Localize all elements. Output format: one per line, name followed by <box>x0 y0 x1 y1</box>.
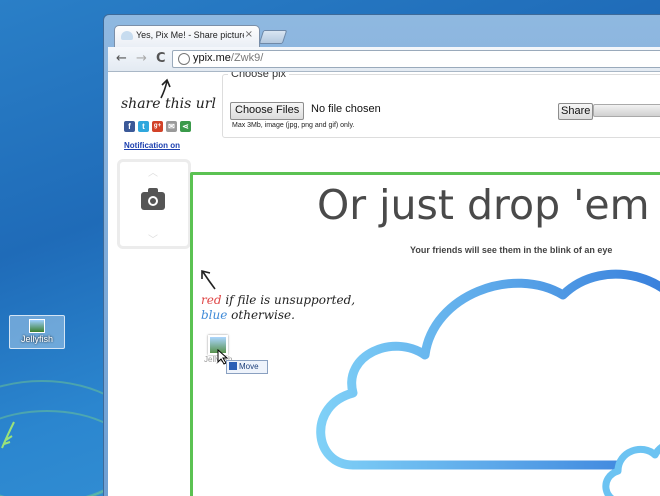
move-arrow-icon <box>229 362 237 370</box>
upload-progress-bar <box>593 104 660 117</box>
address-text: ypix.me/Zwk9/ <box>193 52 263 64</box>
browser-window: Yes, Pix Me! - Share picture: × ← → C yp… <box>103 14 660 496</box>
desktop-icon-label: Jellyfish <box>20 334 53 344</box>
no-file-label: No file chosen <box>311 103 381 115</box>
scroll-up-icon[interactable]: ︿ <box>148 164 158 179</box>
address-host: ypix.me <box>193 52 231 64</box>
hint-line-2-text: otherwise. <box>227 308 295 322</box>
drop-subtitle: Your friends will see them in the blink … <box>410 245 613 255</box>
email-icon[interactable]: ✉ <box>166 121 177 132</box>
file-constraints-text: Max 3Mb, image (jpg, png and gif) only. <box>232 122 355 129</box>
share-url-handwritten: share this url <box>121 96 216 112</box>
hint-red-word: red <box>201 293 222 307</box>
tab-title: Yes, Pix Me! - Share picture: <box>136 30 244 40</box>
notification-link[interactable]: Notification on <box>124 141 180 150</box>
social-share-bar: f t g+ ✉ ⋖ <box>124 121 191 132</box>
cloud-favicon-icon <box>121 31 133 40</box>
back-button[interactable]: ← <box>116 51 127 66</box>
scroll-down-icon[interactable]: ﹀ <box>148 231 158 246</box>
wallpaper-leaf-icon <box>1 421 15 449</box>
share-icon[interactable]: ⋖ <box>180 121 191 132</box>
facebook-icon[interactable]: f <box>124 121 135 132</box>
choose-pix-panel: Choose pix Choose Files No file chosen M… <box>222 72 660 138</box>
thumbnail-panel: ︿ ﹀ <box>117 159 191 249</box>
browser-tab[interactable]: Yes, Pix Me! - Share picture: × <box>114 25 260 48</box>
reload-button[interactable]: C <box>156 51 166 66</box>
desktop: Jellyfish Yes, Pix Me! - Share picture: … <box>0 0 660 496</box>
move-tooltip-text: Move <box>239 362 259 371</box>
move-tooltip: Move <box>226 360 268 374</box>
address-bar[interactable]: ypix.me/Zwk9/ <box>172 50 660 68</box>
hint-blue-word: blue <box>201 308 228 322</box>
drop-zone[interactable]: Or just drop 'em h Your friends will see… <box>190 172 660 496</box>
address-path: /Zwk9/ <box>230 52 264 64</box>
share-button[interactable]: Share <box>558 103 594 120</box>
forward-button[interactable]: → <box>136 51 147 66</box>
tab-close-icon[interactable]: × <box>245 29 253 40</box>
desktop-icon-jellyfish[interactable]: Jellyfish <box>9 315 65 349</box>
choose-files-button[interactable]: Choose Files <box>230 102 305 120</box>
drop-title: Or just drop 'em h <box>317 181 660 229</box>
hint-line-2: blue otherwise. <box>201 308 295 322</box>
browser-toolbar: ← → C ypix.me/Zwk9/ <box>108 47 660 72</box>
globe-icon <box>178 53 190 65</box>
google-plus-icon[interactable]: g+ <box>152 121 163 132</box>
image-file-icon <box>29 319 45 333</box>
handdrawn-arrow-icon <box>201 269 216 290</box>
choose-pix-legend: Choose pix <box>231 72 287 80</box>
cloud-illustration-icon <box>316 269 660 496</box>
page-content: share this url f t g+ ✉ ⋖ Notification o… <box>108 72 660 496</box>
twitter-icon[interactable]: t <box>138 121 149 132</box>
camera-icon <box>141 188 165 210</box>
new-tab-button[interactable] <box>258 30 288 44</box>
